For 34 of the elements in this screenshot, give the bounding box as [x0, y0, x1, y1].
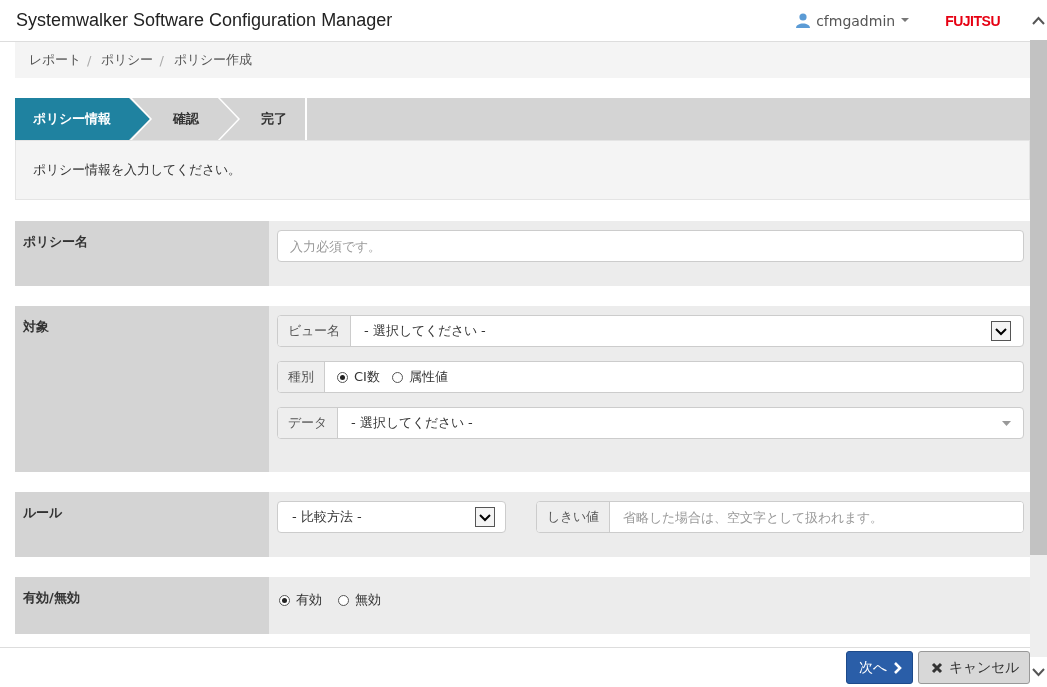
user-menu[interactable]: cfmgadmin — [796, 12, 910, 29]
chevron-icon — [991, 321, 1011, 341]
breadcrumb-item[interactable]: ポリシー — [101, 51, 154, 69]
breadcrumb-separator: / — [87, 52, 92, 68]
instruction-text: ポリシー情報を入力してください。 — [33, 161, 241, 179]
chevron-right-icon — [893, 661, 902, 674]
breadcrumb-separator: / — [159, 52, 164, 68]
radio-option[interactable]: 有効 — [279, 591, 322, 609]
radio-option[interactable]: 無効 — [338, 591, 381, 609]
scroll-thumb[interactable] — [1030, 40, 1047, 555]
field-label: 有効/無効 — [23, 590, 80, 605]
user-icon — [796, 13, 811, 28]
type-radio-group: 種別 CI数 属性値 — [277, 361, 1024, 393]
radio-option[interactable]: CI数 — [337, 368, 380, 386]
data-select[interactable]: データ - 選択してください - — [277, 407, 1024, 439]
step-tab[interactable]: ポリシー情報 — [15, 98, 153, 140]
caret-icon — [1002, 420, 1011, 426]
field-label: ポリシー名 — [23, 234, 88, 249]
field-label: 対象 — [23, 319, 49, 334]
caret-icon — [901, 18, 910, 23]
radio-option[interactable]: 属性値 — [391, 368, 448, 386]
threshold-field[interactable]: しきい値 省略した場合は、空文字として扱われます。 — [536, 501, 1024, 533]
close-icon — [931, 661, 943, 674]
cancel-button[interactable]: キャンセル — [918, 651, 1030, 684]
view-select[interactable]: ビュー名 - 選択してください - — [277, 315, 1024, 347]
policy-name-field[interactable]: 入力必須です。 — [277, 230, 1024, 262]
field-label: ルール — [23, 505, 62, 520]
logo: FUJITSU — [945, 12, 1000, 29]
next-button[interactable]: 次へ — [846, 651, 913, 684]
chevron-icon — [475, 507, 495, 527]
comparison-select[interactable]: - 比較方法 - — [277, 501, 506, 533]
breadcrumb-item: ポリシー作成 — [173, 51, 252, 69]
breadcrumb-item[interactable]: レポート — [29, 51, 81, 69]
app-title: Systemwalker Software Configuration Manager — [16, 10, 394, 31]
